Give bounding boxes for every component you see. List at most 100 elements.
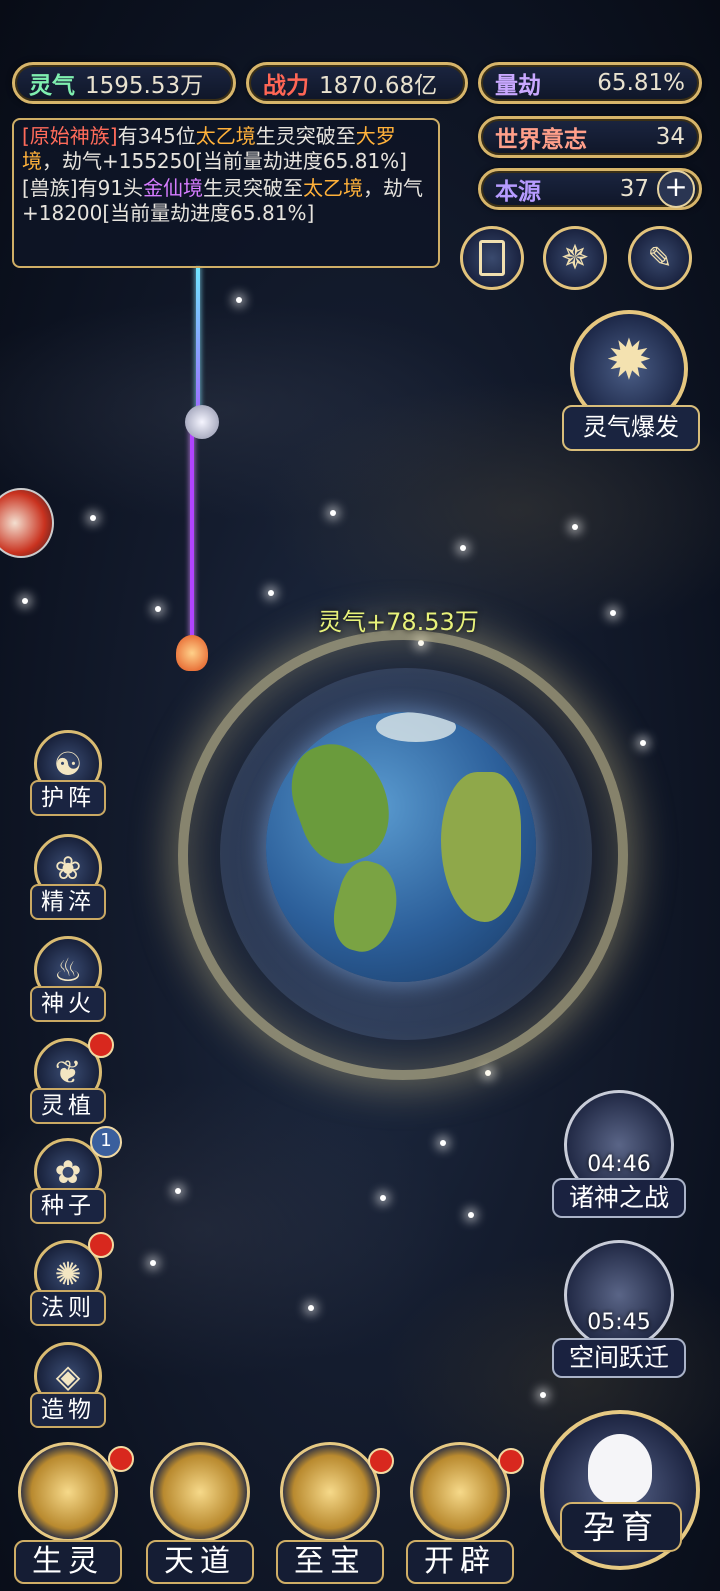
lingqi-label: 灵气 [29,73,75,99]
star [330,510,336,516]
log-entry: [兽族]有91头金仙境生灵突破至太乙境，劫气+18200[当前量劫进度65.81… [22,176,430,226]
star [150,1260,156,1266]
log-realm: 太乙境 [303,176,364,200]
star [90,515,96,521]
lingqi-stat[interactable]: 灵气 1595.53万 [12,62,236,104]
log-text: 有345位 [117,124,196,148]
bottom-tab-label: 天道 [146,1540,254,1584]
side-item-shen-huo[interactable]: ♨ 神火 [26,936,110,1026]
energy-beam [190,420,194,640]
log-realm: 金仙境 [143,176,204,200]
side-item-label: 灵植 [30,1088,106,1124]
star [610,610,616,616]
side-item-label: 精淬 [30,884,106,920]
flame-creature[interactable] [176,635,208,671]
event-timer: 04:46 [587,1152,651,1177]
notification-dot [498,1448,524,1474]
notification-dot [108,1446,134,1472]
benyuan-value: 37 [619,176,649,202]
benyuan-label: 本源 [495,179,541,205]
log-text: 生灵突破至 [255,124,356,148]
event-label: 空间跃迁 [552,1338,686,1378]
zhanli-stat[interactable]: 战力 1870.68亿 [246,62,468,104]
log-text: 生灵突破至 [203,176,304,200]
star [460,545,466,551]
continent [325,855,407,959]
star [175,1188,181,1194]
ice-cap [376,712,456,742]
shijie-value: 34 [655,124,685,150]
add-benyuan-button[interactable]: + [657,170,695,208]
benyuan-stat[interactable]: 本源 37 + [478,168,702,210]
bottom-tab-label: 生灵 [14,1540,122,1584]
liangjie-value: 65.81% [597,70,685,96]
star [540,1392,546,1398]
event-log: [原始神族]有345位太乙境生灵突破至大罗境，劫气+155250[当前量劫进度6… [12,118,440,268]
star [468,1212,474,1218]
bottom-tab-label: 开辟 [406,1540,514,1584]
scroll-button[interactable]: ✎ [628,226,692,290]
starburst-icon: ✹ [605,328,653,393]
log-realm: 太乙境 [195,124,256,148]
zhanli-label: 战力 [263,73,309,99]
side-item-jing-cui[interactable]: ❀ 精淬 [26,834,110,924]
side-item-label: 神火 [30,986,106,1022]
star [485,1070,491,1076]
star [380,1195,386,1201]
world-planet[interactable] [266,712,536,982]
vortex-button[interactable]: ✵ [543,226,607,290]
continent [441,772,521,922]
bottom-tab-sheng-ling[interactable]: 生灵 [10,1442,134,1586]
side-item-fa-ze[interactable]: ✺ 法则 [26,1232,114,1330]
event-war-of-gods[interactable]: 04:46 诸神之战 [552,1090,686,1220]
side-item-ling-zhi[interactable]: ❦ 灵植 [26,1032,114,1128]
bottom-tab-label: 至宝 [276,1540,384,1584]
log-text: 有91头 [77,176,144,200]
log-entry: [原始神族]有345位太乙境生灵突破至大罗境，劫气+155250[当前量劫进度6… [22,124,430,174]
card-icon [479,240,505,276]
shijie-stat[interactable]: 世界意志 34 [478,116,702,158]
scroll-icon: ✎ [647,240,673,276]
count-badge: 1 [90,1126,122,1158]
bottom-tab-zhi-bao[interactable]: 至宝 [272,1442,394,1586]
star [236,297,242,303]
cards-button[interactable] [460,226,524,290]
event-label: 诸神之战 [552,1178,686,1218]
liangjie-label: 量劫 [495,73,541,99]
embryo-icon [588,1434,652,1504]
game-scene: 灵气+78.53万 灵气 1595.53万 战力 1870.68亿 量劫 65.… [0,0,720,1591]
star [268,590,274,596]
notification-dot [368,1448,394,1474]
bottom-tab-tian-dao[interactable]: 天道 [142,1442,258,1586]
side-item-label: 护阵 [30,780,106,816]
shijie-label: 世界意志 [495,127,587,153]
side-item-label: 法则 [30,1290,106,1326]
phoenix-emblem-icon [18,1442,118,1542]
notification-dot [88,1232,114,1258]
liangjie-stat[interactable]: 量劫 65.81% [478,62,702,104]
lingqi-value: 1595.53万 [85,73,204,99]
side-item-zhong-zi[interactable]: ✿ 种子 1 [26,1126,122,1228]
nurture-button[interactable]: 孕育 [560,1502,682,1552]
star [440,1140,446,1146]
log-faction: [原始神族] [22,124,118,148]
side-item-label: 造物 [30,1392,106,1428]
star [22,598,28,604]
log-text: ，劫气+155250[当前量劫进度65.81%] [42,149,407,173]
event-timer: 05:45 [587,1310,651,1335]
side-item-zao-wu[interactable]: ◈ 造物 [26,1342,110,1432]
cloud-emblem-icon [150,1442,250,1542]
side-item-hu-zhen[interactable]: ☯ 护阵 [26,730,110,820]
log-faction: [兽族] [22,176,78,200]
lingqi-burst-button[interactable]: 灵气爆发 [562,405,700,451]
treasure-emblem-icon [280,1442,380,1542]
vortex-icon: ✵ [560,238,590,278]
bottom-tab-kai-pi[interactable]: 开辟 [402,1442,524,1586]
immortal-figure[interactable] [185,405,219,439]
axe-emblem-icon [410,1442,510,1542]
star [155,606,161,612]
lingqi-gain-text: 灵气+78.53万 [318,608,479,636]
zhanli-value: 1870.68亿 [319,73,438,99]
event-space-jump[interactable]: 05:45 空间跃迁 [552,1240,686,1380]
star [572,524,578,530]
